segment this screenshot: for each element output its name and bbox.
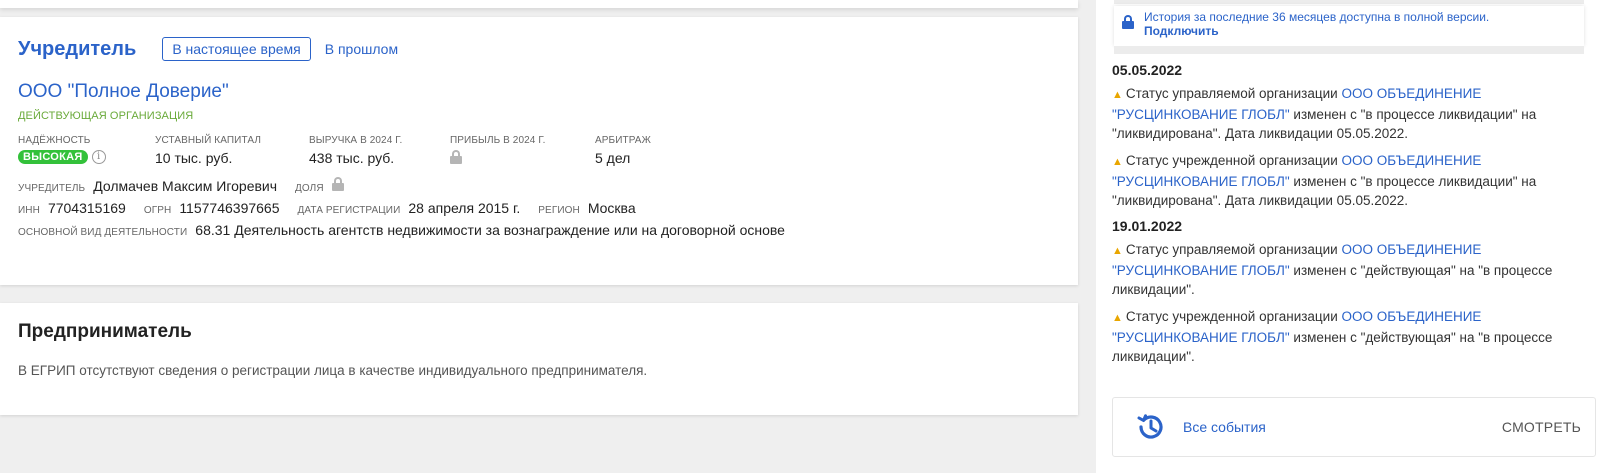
org-status: ДЕЙСТВУЮЩАЯ ОРГАНИЗАЦИЯ <box>18 110 194 122</box>
founder-card: Учредитель В настоящее время В прошлом О… <box>0 17 1078 285</box>
event-date: 19.01.2022 <box>1112 218 1183 234</box>
founder-label: УЧРЕДИТЕЛЬ <box>18 183 86 194</box>
ogrn-label: ОГРН <box>143 205 172 216</box>
event-item: ▲ Статус учрежденной организации ООО ОБЪЕ… <box>1112 307 1590 366</box>
event-item: ▲ Статус учрежденной организации ООО ОБЪЕ… <box>1112 151 1590 210</box>
founder-header: Учредитель В настоящее время В прошлом <box>18 37 398 61</box>
founder-row: УЧРЕДИТЕЛЬ Долмачев Максим Игоревич ДОЛЯ <box>18 177 344 194</box>
activity-value: 68.31 Деятельность агентств недвижимости… <box>195 222 785 238</box>
lock-icon <box>450 150 462 164</box>
region-value: Москва <box>587 200 636 216</box>
warning-icon: ▲ <box>1112 156 1123 168</box>
connect-link[interactable]: Подключить <box>1144 24 1489 38</box>
org-name-link[interactable]: ООО "Полное Доверие" <box>18 81 229 103</box>
profit-label: ПРИБЫЛЬ В 2024 Г. <box>450 135 546 146</box>
event-text: Статус учрежденной организации <box>1125 309 1342 324</box>
notice-text: История за последние 36 месяцев доступна… <box>1144 10 1490 24</box>
full-version-notice: История за последние 36 месяцев доступна… <box>1114 6 1584 46</box>
notice-stripe <box>1114 0 1584 4</box>
metrics-row: НАДЁЖНОСТЬ ВЫСОКАЯ i УСТАВНЫЙ КАПИТАЛ 10… <box>18 135 918 175</box>
region-label: РЕГИОН <box>538 205 580 216</box>
revenue-value: 438 тыс. руб. <box>309 150 395 166</box>
warning-icon: ▲ <box>1112 312 1123 324</box>
capital-label: УСТАВНЫЙ КАПИТАЛ <box>155 135 261 146</box>
warning-icon: ▲ <box>1112 245 1123 257</box>
metric-profit: ПРИБЫЛЬ В 2024 Г. <box>450 135 546 164</box>
event-item: ▲ Статус управляемой организации ООО ОБЪЕ… <box>1112 240 1590 299</box>
event-group: 05.05.2022 ▲ Статус управляемой организац… <box>1112 62 1590 210</box>
arbitration-label: АРБИТРАЖ <box>595 135 651 146</box>
events-panel: История за последние 36 месяцев доступна… <box>1096 0 1600 473</box>
entrepreneur-text: В ЕГРИП отсутствуют сведения о регистрац… <box>18 363 648 378</box>
activity-label: ОСНОВНОЙ ВИД ДЕЯТЕЛЬНОСТИ <box>18 227 188 238</box>
reliability-badge: ВЫСОКАЯ <box>18 150 88 164</box>
all-events-box[interactable]: Все события СМОТРЕТЬ <box>1112 397 1596 457</box>
ogrn-value: 1157746397665 <box>179 200 280 216</box>
entrepreneur-title: Предприниматель <box>18 321 192 342</box>
notice-stripe <box>1114 46 1584 54</box>
all-events-label[interactable]: Все события <box>1183 419 1266 435</box>
inn-label: ИНН <box>18 205 40 216</box>
inn-value: 7704315169 <box>47 200 126 216</box>
tab-present[interactable]: В настоящее время <box>162 37 311 61</box>
event-text: Статус учрежденной организации <box>1125 153 1342 168</box>
activity-row: ОСНОВНОЙ ВИД ДЕЯТЕЛЬНОСТИ 68.31 Деятельн… <box>18 222 803 238</box>
metric-reliability: НАДЁЖНОСТЬ ВЫСОКАЯ i <box>18 135 106 164</box>
warning-icon: ▲ <box>1112 89 1123 101</box>
metric-arbitration: АРБИТРАЖ 5 дел <box>595 135 651 166</box>
info-icon[interactable]: i <box>91 150 106 164</box>
reliability-label: НАДЁЖНОСТЬ <box>18 135 91 146</box>
tab-past[interactable]: В прошлом <box>325 41 398 57</box>
view-button[interactable]: СМОТРЕТЬ <box>1502 419 1581 435</box>
history-icon <box>1137 414 1163 439</box>
metric-capital: УСТАВНЫЙ КАПИТАЛ 10 тыс. руб. <box>155 135 261 166</box>
events-list: 05.05.2022 ▲ Статус управляемой организац… <box>1112 62 1590 374</box>
event-group: 19.01.2022 ▲ Статус управляемой организац… <box>1112 218 1590 366</box>
capital-value: 10 тыс. руб. <box>155 150 233 166</box>
requisites-row: ИНН 7704315169 ОГРН 1157746397665 ДАТА Р… <box>18 200 654 216</box>
founder-name[interactable]: Долмачев Максим Игоревич <box>93 178 277 194</box>
reg-date-label: ДАТА РЕГИСТРАЦИИ <box>297 205 401 216</box>
previous-card-bottom <box>0 0 1078 8</box>
metric-revenue: ВЫРУЧКА В 2024 Г. 438 тыс. руб. <box>309 135 402 166</box>
event-item: ▲ Статус управляемой организации ООО ОБЪЕ… <box>1112 84 1590 143</box>
event-text: Статус управляемой организации <box>1125 86 1342 101</box>
reg-date-value: 28 апреля 2015 г. <box>408 200 521 216</box>
lock-icon <box>331 177 344 191</box>
revenue-label: ВЫРУЧКА В 2024 Г. <box>309 135 403 146</box>
share-label: ДОЛЯ <box>295 183 324 194</box>
event-text: Статус управляемой организации <box>1125 242 1342 257</box>
founder-title: Учредитель <box>18 37 137 60</box>
entrepreneur-card: Предприниматель В ЕГРИП отсутствуют свед… <box>0 303 1078 415</box>
event-date: 05.05.2022 <box>1112 62 1183 78</box>
arbitration-value[interactable]: 5 дел <box>595 150 651 166</box>
lock-icon <box>1122 15 1134 29</box>
